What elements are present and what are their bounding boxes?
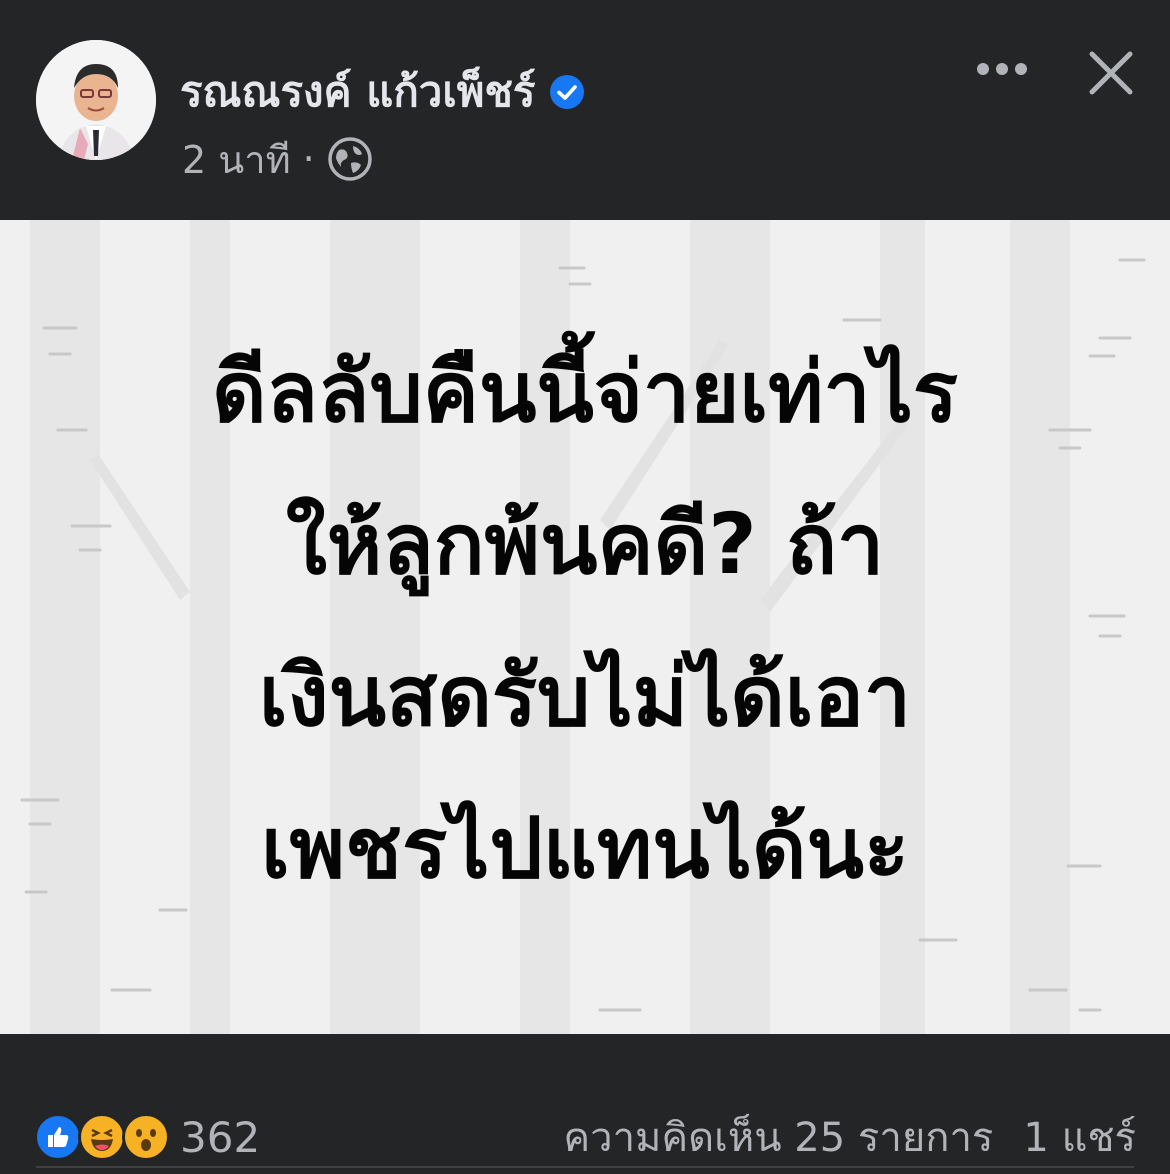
close-button[interactable] — [1082, 44, 1140, 102]
shares-count-link[interactable]: 1 แชร์ — [1023, 1105, 1136, 1169]
reactions-summary[interactable]: 362 — [34, 1112, 260, 1162]
reaction-count: 362 — [180, 1112, 261, 1162]
meta-separator: · — [302, 137, 315, 181]
post-text-line-4: เพชรไปแทนได้นะ — [260, 799, 910, 897]
footer-divider — [36, 1166, 1134, 1168]
post-meta: 2 นาที · — [182, 134, 373, 184]
globe-icon[interactable] — [327, 136, 373, 182]
like-icon — [34, 1113, 82, 1161]
timestamp[interactable]: 2 นาที — [182, 129, 291, 190]
more-options-icon — [977, 63, 1027, 75]
author-row: รณณรงค์ แก้วเพ็ชร์ — [180, 62, 585, 122]
post-footer: 362 ความคิดเห็น 25 รายการ 1 แชร์ — [0, 1034, 1170, 1174]
author-avatar[interactable] — [36, 40, 156, 160]
post-text-line-2: ให้ลูกพ้นคดี? ถ้า — [285, 495, 885, 593]
post-text: ดีลลับคืนนี้จ่ายเท่าไร ให้ลูกพ้นคดี? ถ้า… — [0, 280, 1170, 960]
author-name[interactable]: รณณรงค์ แก้วเพ็ชร์ — [180, 59, 535, 125]
haha-icon — [78, 1113, 126, 1161]
avatar-image — [36, 40, 156, 160]
wow-icon — [122, 1113, 170, 1161]
post-text-line-1: ดีลลับคืนนี้จ่ายเท่าไร — [211, 343, 959, 441]
more-options-button[interactable] — [970, 44, 1034, 94]
engagement-links: ความคิดเห็น 25 รายการ 1 แชร์ — [563, 1110, 1136, 1164]
post-header: รณณรงค์ แก้วเพ็ชร์ 2 นาที · — [0, 0, 1170, 220]
verified-badge-icon — [549, 74, 585, 110]
close-icon — [1089, 51, 1133, 95]
comments-count-link[interactable]: ความคิดเห็น 25 รายการ — [563, 1105, 993, 1169]
post-text-line-3: เงินสดรับไม่ได้เอา — [258, 647, 912, 745]
post-background: ดีลลับคืนนี้จ่ายเท่าไร ให้ลูกพ้นคดี? ถ้า… — [0, 220, 1170, 1034]
